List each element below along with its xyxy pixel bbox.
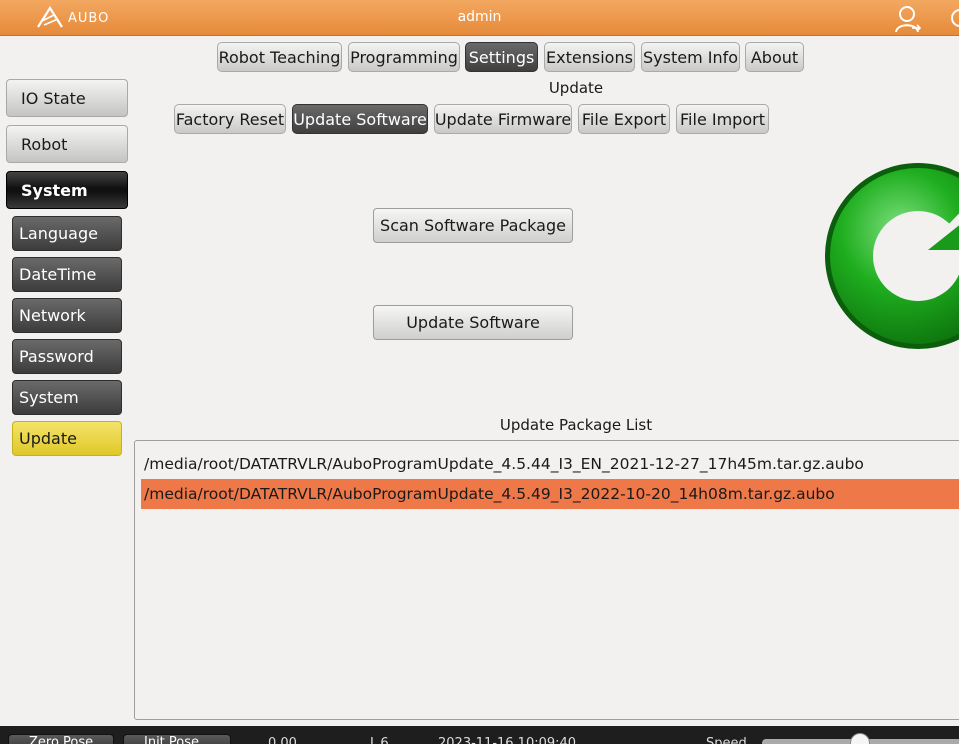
sidebar-sub-update[interactable]: Update: [12, 421, 122, 456]
subtab-update-firmware[interactable]: Update Firmware: [434, 104, 572, 134]
sidebar-sub-system[interactable]: System: [12, 380, 122, 415]
refresh-icon: [825, 163, 959, 349]
datetime-readout: 2023-11-16 10:09:40: [438, 736, 577, 744]
tab-about[interactable]: About: [745, 42, 804, 72]
list-item-selected[interactable]: /media/root/DATATRVLR/AuboProgramUpdate_…: [141, 479, 959, 509]
subtab-file-export[interactable]: File Export: [578, 104, 670, 134]
update-software-button[interactable]: Update Software: [373, 305, 573, 340]
scan-software-package-button[interactable]: Scan Software Package: [373, 208, 573, 243]
sidebar-sub-datetime[interactable]: DateTime: [12, 257, 122, 292]
tab-robot-teaching[interactable]: Robot Teaching: [217, 42, 342, 72]
sidebar-item-io-state[interactable]: IO State: [6, 79, 128, 117]
user-icon[interactable]: [893, 4, 923, 34]
package-list[interactable]: /media/root/DATATRVLR/AuboProgramUpdate_…: [134, 440, 959, 720]
sidebar-item-system[interactable]: System: [6, 171, 128, 209]
sidebar-item-robot[interactable]: Robot: [6, 125, 128, 163]
settings-circle-icon[interactable]: [946, 6, 959, 30]
sidebar-sub-language[interactable]: Language: [12, 216, 122, 251]
joint-readout: J_6: [370, 736, 389, 744]
package-list-title: Update Package List: [499, 416, 653, 434]
tab-programming[interactable]: Programming: [348, 42, 460, 72]
section-title: Update: [548, 79, 604, 97]
zero-pose-button[interactable]: Zero Pose: [8, 734, 114, 744]
subtab-factory-reset[interactable]: Factory Reset: [174, 104, 286, 134]
bottom-bar: Zero Pose Init Pose 0.00 J_6 2023-11-16 …: [0, 726, 959, 744]
tab-settings[interactable]: Settings: [465, 42, 538, 72]
speed-label: Speed: [706, 736, 747, 744]
init-pose-button[interactable]: Init Pose: [123, 734, 231, 744]
subtab-update-software[interactable]: Update Software: [292, 104, 428, 134]
value-readout: 0.00: [268, 736, 297, 744]
tab-extensions[interactable]: Extensions: [544, 42, 635, 72]
list-item[interactable]: /media/root/DATATRVLR/AuboProgramUpdate_…: [141, 449, 959, 479]
top-bar: AUBO admin: [0, 0, 959, 36]
sidebar-sub-password[interactable]: Password: [12, 339, 122, 374]
subtab-file-import[interactable]: File Import: [676, 104, 769, 134]
user-title: admin: [457, 9, 502, 25]
sidebar-sub-network[interactable]: Network: [12, 298, 122, 333]
tab-system-info[interactable]: System Info: [641, 42, 740, 72]
